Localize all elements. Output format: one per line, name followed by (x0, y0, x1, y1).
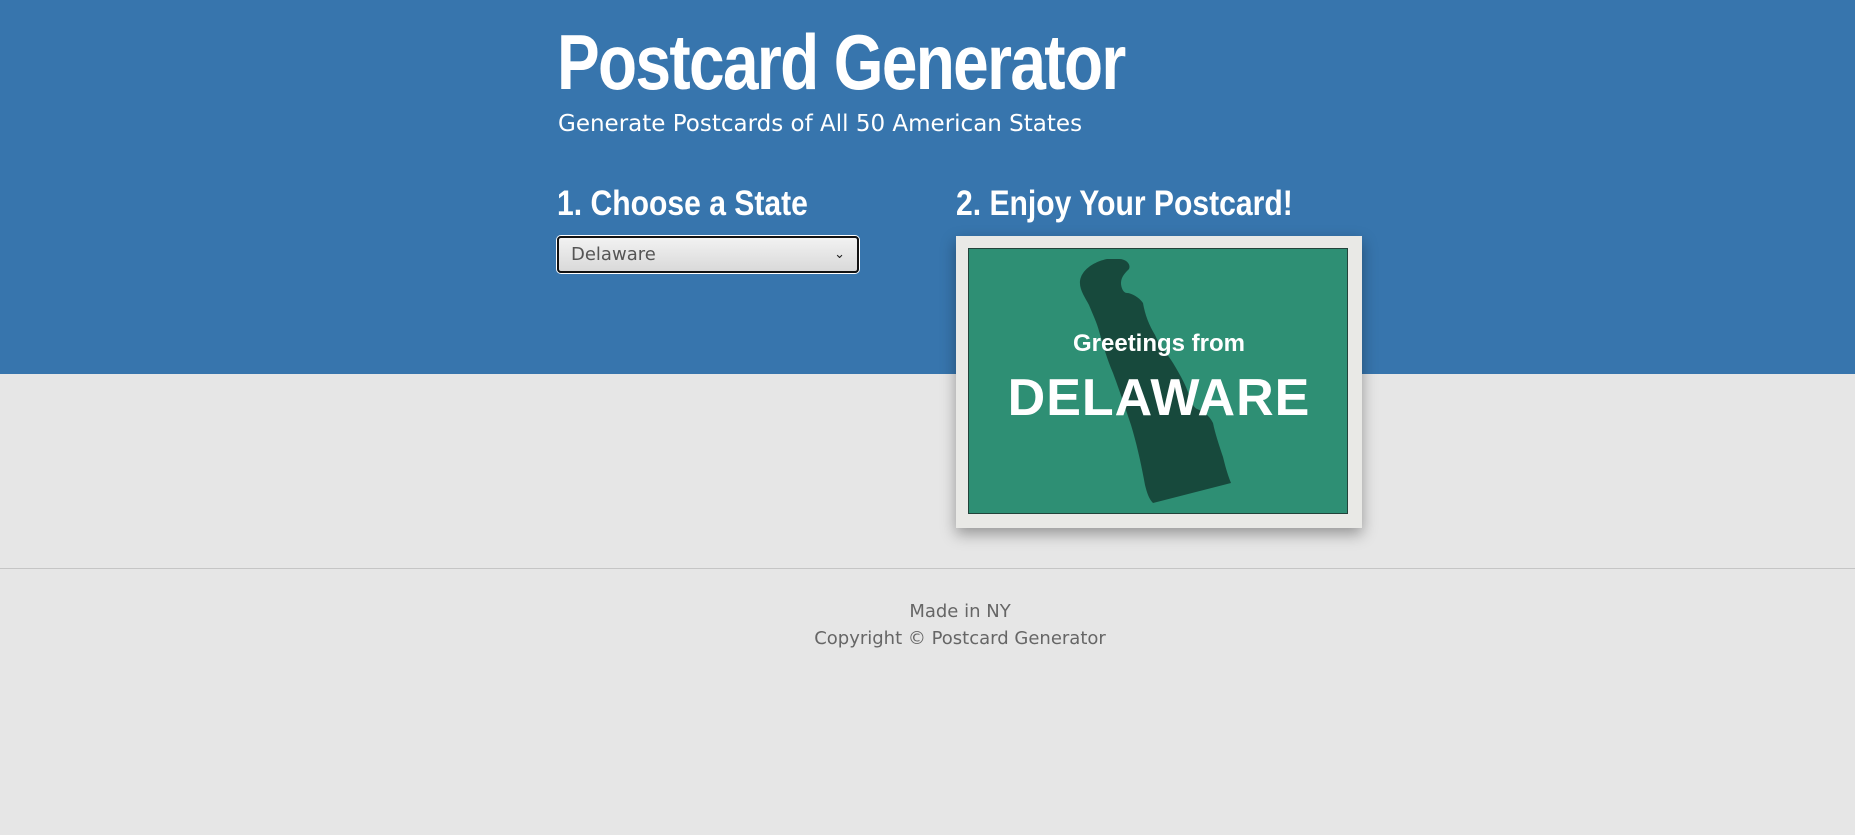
page-title: Postcard Generator (557, 18, 1126, 106)
footer-divider (0, 568, 1855, 569)
page-subtitle: Generate Postcards of All 50 American St… (558, 111, 1083, 137)
postcard: Greetings from DELAWARE (956, 236, 1362, 528)
state-select[interactable]: Delaware ⌄ (557, 236, 859, 273)
footer-copyright: Copyright © Postcard Generator (814, 628, 1106, 649)
footer-made-in: Made in NY (909, 601, 1011, 622)
state-select-value: Delaware (571, 244, 656, 265)
step-choose-heading: 1. Choose a State (557, 184, 808, 223)
chevron-down-icon: ⌄ (834, 247, 845, 262)
step-enjoy-heading: 2. Enjoy Your Postcard! (956, 184, 1293, 223)
postcard-greeting: Greetings from (1072, 330, 1246, 357)
postcard-face: Greetings from DELAWARE (968, 248, 1348, 514)
postcard-state-name: DELAWARE (1007, 369, 1311, 427)
